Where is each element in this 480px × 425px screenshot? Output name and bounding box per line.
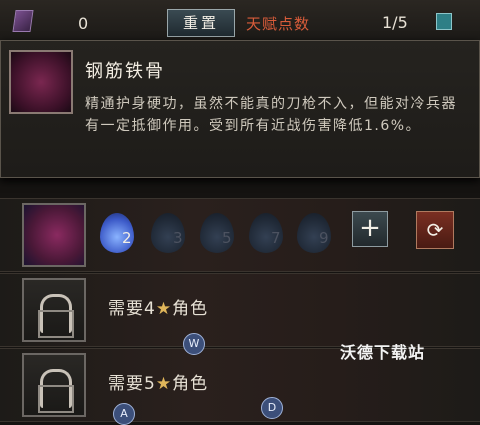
key-badge-d: D (261, 397, 283, 419)
requirement-text: 需要5★角色 (108, 374, 209, 394)
star-icon: ★ (155, 374, 173, 394)
swap-talent-button[interactable]: ⟳ (416, 211, 454, 249)
locked-talent-row-1: 需要4★角色 (0, 273, 480, 347)
talent-icon[interactable] (22, 203, 86, 267)
tooltip-title: 钢筋铁骨 (85, 61, 165, 82)
lock-icon (22, 353, 86, 417)
level-node-3: 5 (196, 211, 242, 255)
talent-points-value: 1/5 (382, 13, 408, 32)
level-node-2: 3 (147, 211, 193, 255)
level-node-5: 9 (293, 211, 339, 255)
talent-points-label: 天赋点数 (246, 15, 311, 33)
level-node-4: 7 (245, 211, 291, 255)
talent-icon (9, 50, 73, 114)
gem-icon (12, 10, 34, 32)
requirement-text: 需要4★角色 (108, 299, 209, 319)
level-node-1: 2 (96, 211, 142, 255)
lock-icon (22, 278, 86, 342)
talent-tooltip: 钢筋铁骨 精通护身硬功，虽然不能真的刀枪不入，但能对冷兵器有一定抵御作用。受到所… (0, 40, 480, 178)
talent-row: 2 3 5 7 9 + ⟳ (0, 198, 480, 272)
tooltip-description: 精通护身硬功，虽然不能真的刀枪不入，但能对冷兵器有一定抵御作用。受到所有近战伤害… (85, 96, 457, 134)
reset-button[interactable]: 重置 (167, 9, 235, 37)
add-level-button[interactable]: + (352, 211, 388, 247)
star-icon: ★ (155, 299, 173, 319)
key-badge-w: W (183, 333, 205, 355)
watermark: 沃德下载站 (340, 343, 426, 362)
top-bar: 0 重置 天赋点数 1/5 (0, 0, 480, 40)
book-icon[interactable] (436, 13, 452, 30)
gem-count: 0 (78, 14, 89, 33)
